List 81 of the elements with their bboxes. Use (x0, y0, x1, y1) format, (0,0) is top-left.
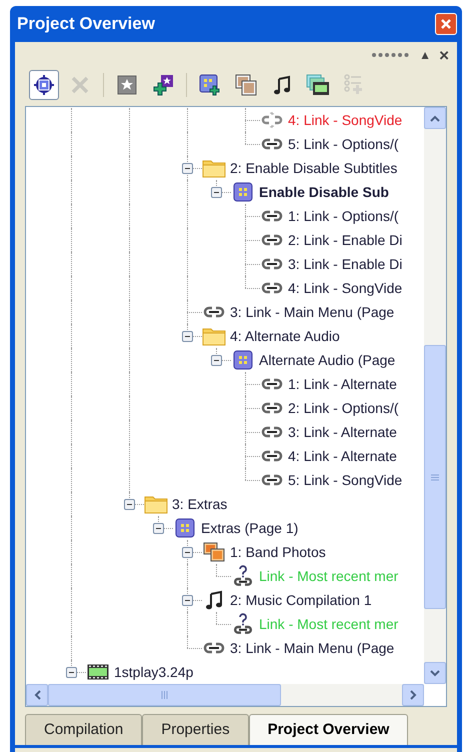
delete-icon (70, 75, 90, 95)
link-icon (261, 210, 283, 222)
link-icon (203, 306, 225, 318)
link-icon (261, 138, 283, 150)
grip-lines-icon (431, 474, 439, 480)
expand-toggle[interactable] (182, 331, 193, 342)
tree-item-label[interactable]: 1stplay3.24p (114, 662, 194, 682)
scroll-left-button[interactable] (26, 684, 48, 706)
scrollbar-thumb[interactable] (48, 684, 281, 706)
tree-item-label[interactable]: 4: Link - SongVide (288, 110, 402, 130)
link-icon (261, 282, 283, 294)
tree-item-label[interactable]: 1: Link - Options/( (288, 206, 398, 226)
tree-item-label[interactable]: 2: Link - Options/( (288, 398, 398, 418)
expand-toggle[interactable] (182, 163, 193, 174)
broken-link-icon (261, 111, 283, 129)
tree-item-label[interactable]: Enable Disable Sub (259, 182, 389, 202)
unresolved-link-icon (232, 613, 254, 635)
add-star-icon (152, 74, 174, 96)
slideshow-icon (203, 542, 225, 562)
music-note-icon (205, 590, 223, 610)
expand-toggle[interactable] (124, 499, 135, 510)
tree-item-label[interactable]: 4: Alternate Audio (230, 326, 340, 346)
tree-item-label[interactable]: 5: Link - Options/( (288, 134, 398, 154)
close-icon (440, 18, 452, 30)
panel-close-button[interactable]: × (439, 46, 449, 64)
menu-page-icon (233, 350, 253, 370)
menu-page-icon (175, 518, 195, 538)
grip-icon (371, 53, 412, 57)
folder-icon (202, 326, 226, 346)
tree-item-label[interactable]: 1: Link - Alternate (288, 374, 397, 394)
tab[interactable]: Project Overview (248, 714, 408, 745)
menu-page-icon (233, 182, 253, 202)
music-note-icon (273, 75, 291, 95)
expand-toggle[interactable] (211, 355, 222, 366)
link-icon (261, 258, 283, 270)
tree-item-label[interactable]: 3: Link - Alternate (288, 422, 397, 442)
link-icon (261, 426, 283, 438)
scroll-down-button[interactable] (424, 662, 446, 684)
add-page-icon (199, 74, 221, 96)
tree-item-label[interactable]: 4: Link - Alternate (288, 446, 397, 466)
unresolved-link-icon (232, 565, 254, 587)
toolbar-button[interactable] (29, 70, 59, 100)
tree-item-label[interactable]: 2: Link - Enable Di (288, 230, 402, 250)
tree-item-label[interactable]: 3: Link - Enable Di (288, 254, 402, 274)
tree-item-label[interactable]: 3: Extras (172, 494, 228, 514)
window-title: Project Overview (17, 13, 155, 36)
add-list-icon (343, 74, 365, 96)
link-icon (261, 234, 283, 246)
scroll-right-button[interactable] (402, 684, 424, 706)
film-icon (87, 664, 109, 680)
expand-toggle[interactable] (182, 595, 193, 606)
tab[interactable]: Compilation (25, 714, 142, 745)
tree-item-label[interactable]: 2: Music Compilation 1 (230, 590, 372, 610)
tree-item-label[interactable]: Extras (Page 1) (201, 518, 298, 538)
slideshow-icon (235, 74, 257, 96)
link-icon (203, 642, 225, 654)
expand-toggle[interactable] (182, 547, 193, 558)
expand-toggle[interactable] (153, 523, 164, 534)
tab[interactable]: Properties (142, 714, 249, 745)
tree-item-label[interactable]: Alternate Audio (Page (259, 350, 396, 370)
tree-item-label[interactable]: 5: Link - SongVide (288, 470, 402, 490)
scroll-up-button[interactable] (424, 107, 446, 129)
link-icon (261, 402, 283, 414)
link-icon (261, 378, 283, 390)
link-icon (261, 450, 283, 462)
link-icon (261, 474, 283, 486)
tree-item-label[interactable]: 1: Band Photos (230, 542, 326, 562)
tree-item-label[interactable]: 3: Link - Main Menu (Page (230, 638, 394, 658)
tree-item-label[interactable]: 2: Enable Disable Subtitles (230, 158, 398, 178)
scrollbar-thumb[interactable] (424, 345, 446, 609)
grip-lines-icon (160, 691, 168, 699)
tree-item-label[interactable]: 3: Link - Main Menu (Page (230, 302, 394, 322)
folder-icon (144, 494, 168, 514)
target-icon (34, 75, 54, 95)
film-frames-icon (306, 74, 330, 96)
tree-item-label[interactable]: 4: Link - SongVide (288, 278, 402, 298)
expand-toggle[interactable] (211, 187, 222, 198)
expand-toggle[interactable] (66, 667, 77, 678)
close-button[interactable] (435, 13, 457, 35)
folder-icon (202, 158, 226, 178)
collapse-button[interactable]: ▲ (419, 46, 432, 64)
